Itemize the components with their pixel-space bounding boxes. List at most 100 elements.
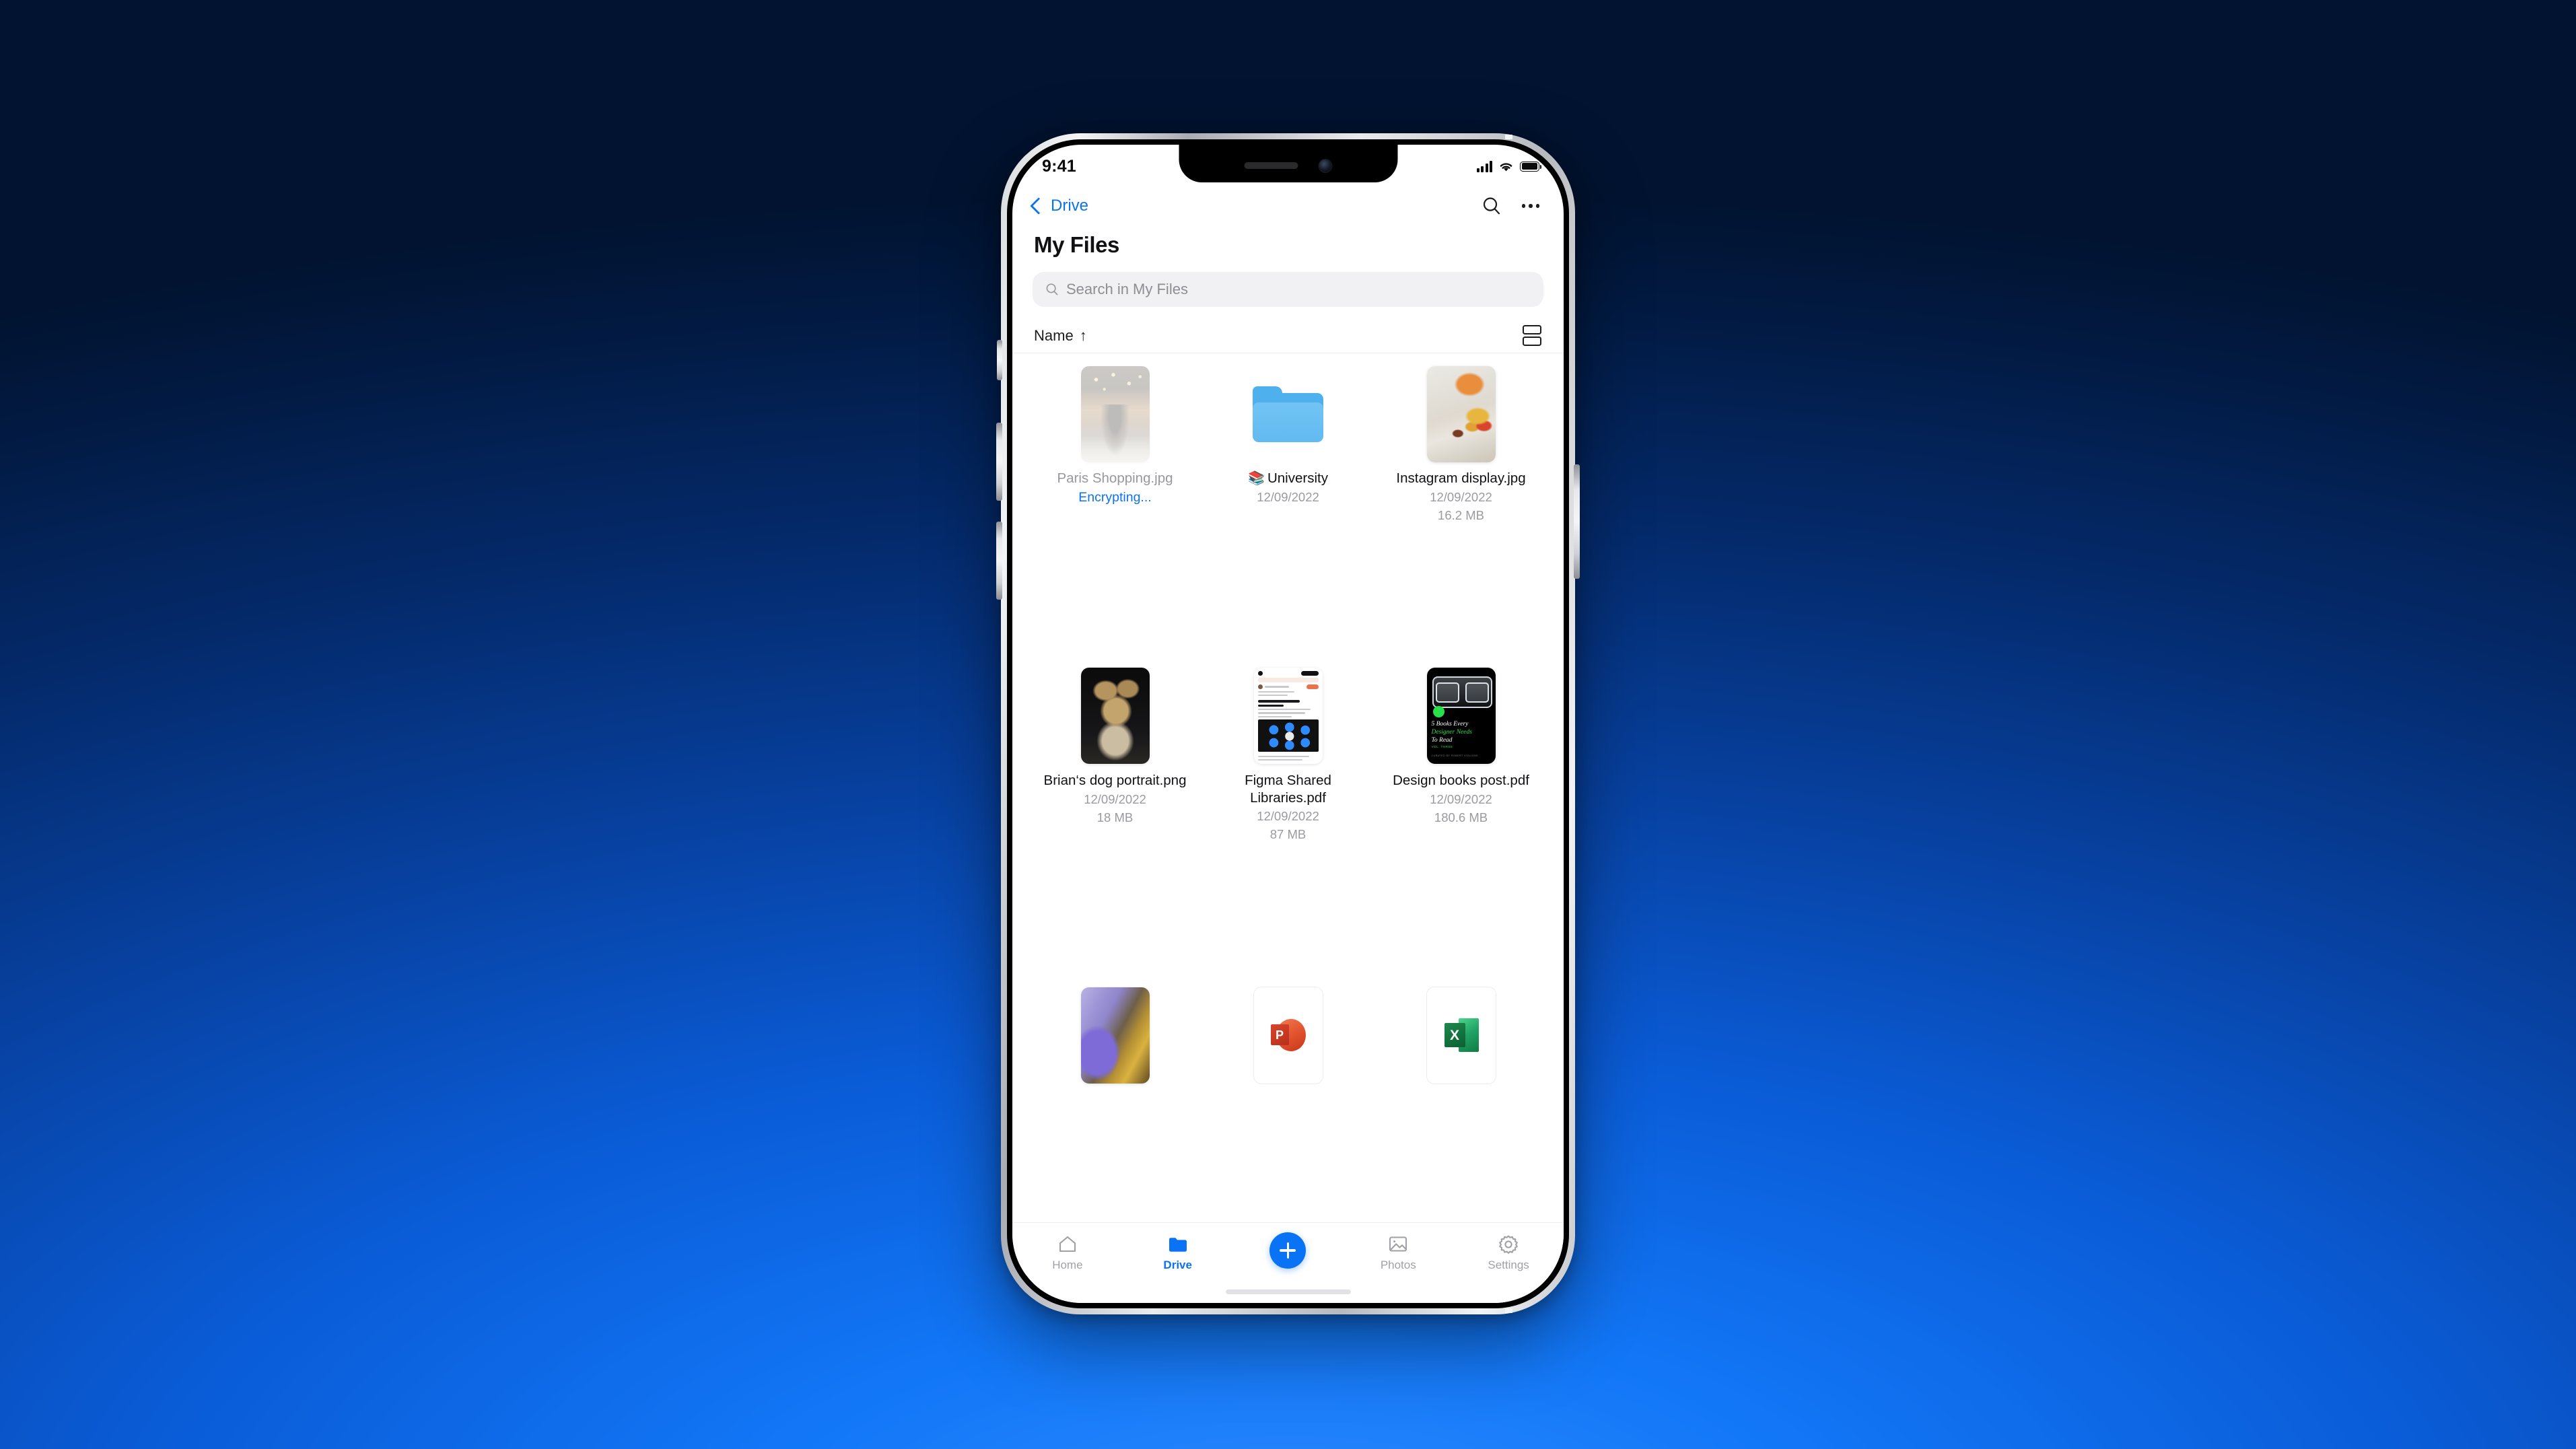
file-item-design-books-post[interactable]: 5 Books Every Designer Needs To Read VOL… [1379,666,1543,980]
book-cover-credit: CURATED BY ROBERT VIGLIONE [1431,754,1479,758]
file-item-instagram-display[interactable]: Instagram display.jpg 12/09/2022 16.2 MB [1379,363,1543,660]
file-item-architecture-photo[interactable] [1033,985,1197,1222]
image-thumbnail [1080,365,1150,462]
more-horizontal-icon[interactable] [1521,204,1539,208]
tab-drive[interactable]: Drive [1142,1234,1213,1272]
signal-bars-icon [1476,160,1492,172]
tab-settings[interactable]: Settings [1473,1234,1544,1272]
file-name: Instagram display.jpg [1396,470,1526,486]
bookmark-badge-icon [1432,706,1444,718]
silence-switch[interactable] [997,340,1002,380]
excel-icon: X [1444,1018,1479,1053]
thumbnail-container [1033,363,1197,464]
glasses-graphic [1432,676,1493,708]
file-size: 18 MB [1096,810,1134,824]
photo-icon [1388,1234,1408,1254]
file-item-paris-shopping[interactable]: Paris Shopping.jpg Encrypting... [1033,363,1197,660]
antenna-band [1505,135,1512,139]
navigation-bar: Drive [1012,182,1564,229]
book-cover-volume: VOL. THREE [1431,745,1453,749]
pdf-thumbnail [1253,668,1323,765]
sort-label: Name [1034,326,1074,344]
book-cover-line1: 5 Books Every [1431,721,1469,728]
folder-name: University [1267,470,1328,486]
thumbnail-container: P [1206,985,1370,1086]
file-date: 12/09/2022 [1430,489,1492,504]
nav-actions [1482,196,1539,216]
folder-icon [1253,386,1323,442]
file-date: 12/09/2022 [1084,791,1146,806]
thumbnail-container [1379,363,1543,464]
tab-label: Photos [1380,1259,1416,1271]
file-size: 180.6 MB [1434,810,1488,824]
thumbnail-container [1033,666,1197,767]
tab-photos[interactable]: Photos [1363,1234,1434,1272]
folder-date: 12/09/2022 [1257,490,1319,505]
power-button[interactable] [1574,464,1580,579]
file-date: 12/09/2022 [1257,809,1319,824]
file-item-brians-dog-portrait[interactable]: Brian‘s dog portrait.png 12/09/2022 18 M… [1033,666,1197,980]
chevron-left-icon [1030,197,1047,215]
tab-add[interactable] [1253,1232,1323,1269]
powerpoint-thumbnail: P [1253,986,1323,1084]
powerpoint-icon: P [1270,1018,1306,1053]
image-thumbnail [1080,987,1150,1084]
battery-full-icon [1520,161,1542,172]
list-view-icon[interactable] [1523,324,1541,347]
status-bar-icons [1476,160,1542,172]
file-name: Figma Shared Libraries.pdf [1245,772,1331,806]
thumbnail-container [1206,363,1370,464]
file-status-badge: Encrypting... [1078,489,1152,505]
phone-screen: 9:41 Drive My Files Search in My Files N… [1012,145,1564,1303]
file-name: Design books post.pdf [1393,772,1529,788]
search-icon [1046,283,1058,295]
file-name: Paris Shopping.jpg [1057,470,1173,486]
file-size: 87 MB [1269,827,1307,842]
home-icon [1057,1234,1078,1254]
tab-label: Settings [1488,1259,1529,1271]
device-notch [1179,145,1397,182]
thumbnail-container [1206,666,1370,767]
tab-home[interactable]: Home [1032,1234,1103,1272]
sort-by-name-button[interactable]: Name ↑ [1034,327,1087,345]
file-name: Brian‘s dog portrait.png [1043,772,1187,788]
pdf-thumbnail: 5 Books Every Designer Needs To Read VOL… [1426,668,1496,765]
wifi-icon [1500,162,1512,171]
antenna-band [1505,1308,1512,1313]
search-icon[interactable] [1482,196,1502,216]
image-thumbnail [1426,365,1496,462]
file-item-powerpoint[interactable]: P [1206,985,1370,1222]
thumbnail-container [1033,985,1197,1086]
sort-row: Name ↑ [1012,318,1564,353]
back-button-label: Drive [1051,197,1089,215]
page-title: My Files [1034,232,1120,257]
tab-label: Drive [1163,1259,1192,1271]
file-size: 16.2 MB [1438,507,1484,522]
volume-down-button[interactable] [996,522,1002,600]
back-button[interactable]: Drive [1030,197,1089,215]
tab-label: Home [1052,1259,1083,1271]
thumbnail-container: 5 Books Every Designer Needs To Read VOL… [1379,666,1543,767]
search-input[interactable]: Search in My Files [1033,272,1543,307]
status-bar-clock: 9:41 [1042,156,1076,176]
thumbnail-container: X [1379,985,1543,1086]
home-indicator[interactable] [1225,1289,1351,1294]
books-emoji-icon: 📚 [1248,471,1265,486]
search-placeholder-text: Search in My Files [1066,281,1188,297]
excel-thumbnail: X [1426,986,1496,1084]
image-thumbnail [1080,668,1150,765]
book-cover-line2: Designer Needs [1431,729,1472,736]
front-camera-icon [1318,158,1332,173]
folder-icon [1168,1234,1188,1254]
volume-up-button[interactable] [996,423,1002,501]
file-item-excel[interactable]: X [1379,985,1543,1222]
file-item-figma-shared-libraries[interactable]: Figma Shared Libraries.pdf 12/09/2022 87… [1206,666,1370,980]
book-cover-line3: To Read [1431,736,1453,744]
sort-ascending-arrow-icon: ↑ [1079,326,1087,344]
gear-icon [1498,1234,1519,1254]
screenshot-canvas: 9:41 Drive My Files Search in My Files N… [0,0,2576,1449]
add-button[interactable] [1269,1232,1307,1269]
file-date: 12/09/2022 [1430,791,1492,806]
bottom-tab-bar: Home Drive Photos Settings [1012,1222,1564,1303]
folder-item-university[interactable]: 📚 University 12/09/2022 [1206,363,1370,660]
